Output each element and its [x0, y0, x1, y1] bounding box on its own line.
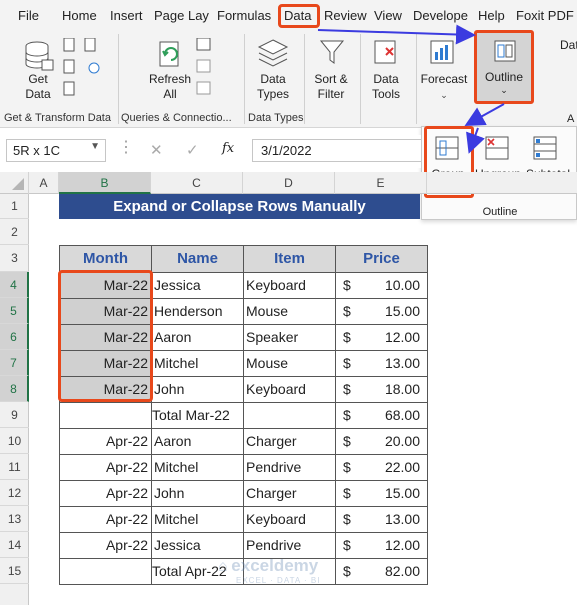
arrow-outline-to-group: [464, 103, 505, 126]
arrow-to-group-button: [466, 127, 485, 154]
annotation-arrows: [317, 24, 505, 154]
arrow-data-to-outline: [317, 24, 476, 45]
